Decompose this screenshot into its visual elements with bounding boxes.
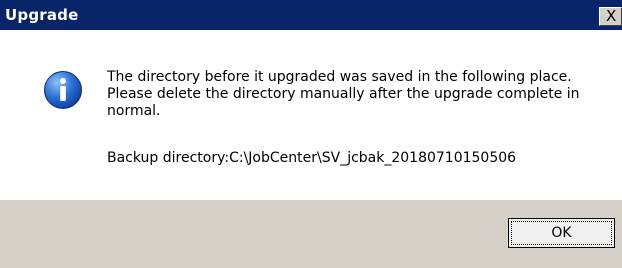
ok-button[interactable]: OK: [508, 218, 615, 248]
close-icon: X: [606, 7, 617, 25]
message-line: The directory before it upgraded was sav…: [107, 69, 572, 85]
title-bar[interactable]: Upgrade X: [0, 0, 622, 30]
backup-directory-text: Backup directory:C:\JobCenter\SV_jcbak_2…: [107, 150, 517, 166]
message-line: Please delete the directory manually aft…: [107, 86, 580, 102]
message-line: normal.: [107, 103, 161, 119]
close-button[interactable]: X: [599, 7, 622, 26]
upgrade-dialog: Upgrade X The directory before it upgrad…: [0, 0, 622, 268]
message-text: The directory before it upgraded was sav…: [107, 69, 607, 120]
dialog-title: Upgrade: [5, 6, 79, 24]
focus-outline: [511, 221, 612, 245]
info-icon: [44, 71, 82, 109]
